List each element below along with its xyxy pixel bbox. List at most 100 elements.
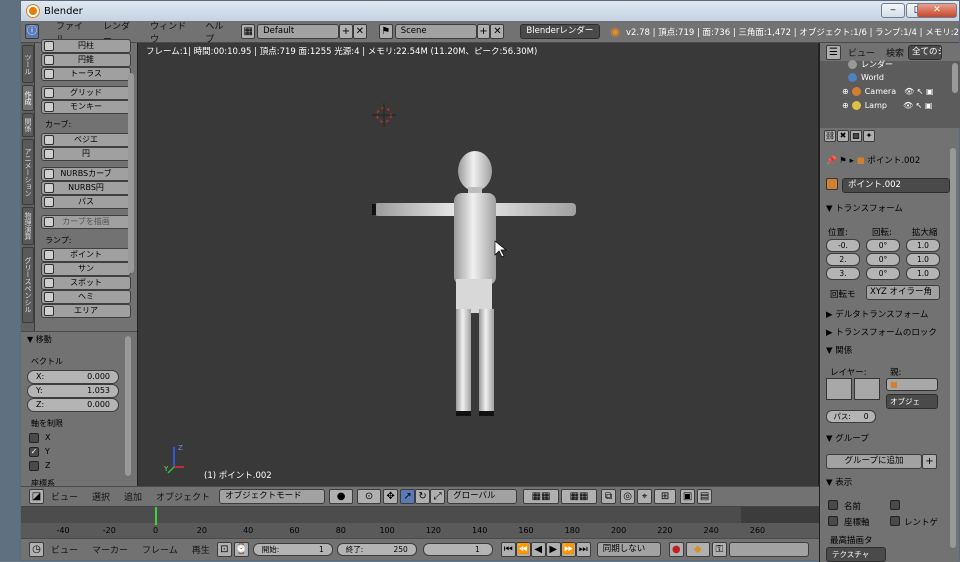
3d-viewport[interactable]: フレーム:1| 時間:00:10.95 | 頂点:719 面:1255 光源:4… [137,43,819,486]
constraint-y-checkbox[interactable]: ✓ [29,447,39,457]
show-name-checkbox[interactable] [828,500,838,510]
outliner-view-menu[interactable]: ビュー [841,46,882,59]
jump-end-icon[interactable]: ⏭ [575,542,591,557]
sync-select[interactable]: 同期しない [596,542,661,557]
pivot-select-icon[interactable]: ⊙ [357,489,382,504]
outliner-scrollbar[interactable] [952,63,958,93]
tool-shelf-scrollbar[interactable] [128,73,134,273]
record-icon[interactable]: ● [668,542,684,557]
tab-animation[interactable]: アニメーション [22,139,34,205]
render-still-icon[interactable]: ▣ [680,489,696,504]
draw-curve-button[interactable]: カーブを描画 [41,215,131,229]
add-sun-lamp-button[interactable]: サン [41,262,131,276]
location-y-field[interactable]: 2. [826,253,860,266]
scene-icon[interactable]: ⚑ [378,24,393,39]
close-button[interactable]: ✕ [917,3,957,18]
timeline-menu-playback[interactable]: 再生 [185,543,217,556]
scene-remove-icon[interactable]: ✕ [490,24,505,39]
modifier-tab-icon[interactable]: ✖ [837,130,849,142]
pass-index-field[interactable]: パス: 0 [826,410,876,423]
outliner-item-lamp[interactable]: ⊕ Lamp 👁 ↖ ▣ [842,101,932,110]
preview-range-icon[interactable]: ⊡ [216,542,232,557]
vector-x-field[interactable]: X: 0.000 [27,370,119,384]
outliner-item-render[interactable]: レンダー [848,59,893,70]
constraint-z-checkbox[interactable] [29,461,39,471]
outliner-item-camera[interactable]: ⊕ Camera 👁 ↖ ▣ [842,87,934,96]
menu-help[interactable]: ヘルプ [198,19,237,45]
view3d-editor-icon[interactable]: ◪ [29,489,44,504]
timeline-editor-icon[interactable]: ◷ [29,542,44,557]
constraint-x-checkbox[interactable] [29,433,39,443]
properties-scrollbar[interactable] [950,148,956,548]
add-spot-lamp-button[interactable]: スポット [41,276,131,290]
view3d-menu-view[interactable]: ビュー [44,490,85,503]
tab-create[interactable]: 作成 [22,85,34,111]
current-frame-field[interactable]: 1 [422,543,493,556]
parent-type-select[interactable]: オブジェ [886,394,938,409]
xray-checkbox[interactable] [890,516,900,526]
render-engine-select[interactable]: Blenderレンダー [520,24,601,39]
layer-grid-2[interactable] [854,378,880,400]
timeline-menu-view[interactable]: ビュー [44,543,85,556]
translate-manipulator-icon[interactable]: ↗ [400,489,416,504]
jump-prev-key-icon[interactable]: ⏪ [515,542,531,557]
outliner-editor-icon[interactable]: ☰ [826,44,841,60]
vector-z-field[interactable]: Z: 0.000 [27,398,119,412]
relations-header[interactable]: ▼ 関係 [826,344,852,356]
outliner-search-menu[interactable]: 検索 [882,46,908,59]
operator-title[interactable]: ▼ 移動 [27,334,52,345]
outliner-item-world[interactable]: World [848,73,884,82]
lock-time-icon[interactable]: ⌚ [233,542,249,557]
rotation-z-field[interactable]: 0° [866,267,900,280]
vector-y-field[interactable]: Y: 1.053 [27,384,119,398]
scale-y-field[interactable]: 1.0 [906,253,940,266]
add-area-lamp-button[interactable]: エリア [41,304,131,318]
scale-manipulator-icon[interactable]: ⤢ [430,489,446,504]
editor-type-icon[interactable]: ⓘ [25,24,39,39]
layers-grid-icon[interactable]: ▦▦ [523,489,560,504]
keying-set-icon[interactable]: ◆ [685,542,710,557]
manipulator-toggle-icon[interactable]: ✥ [383,489,399,504]
view3d-menu-object[interactable]: オブジェクト [149,490,217,503]
layer-grid-1[interactable] [826,378,852,400]
mode-select[interactable]: オブジェクトモード [219,489,326,504]
layout-field[interactable]: Default [257,24,339,39]
layer-lock-icon[interactable]: ⧉ [601,489,617,504]
end-frame-field[interactable]: 終了: 250 [336,543,417,556]
groups-header[interactable]: ▼ グループ [826,432,869,444]
layers-grid-2-icon[interactable]: ▦▦ [561,489,598,504]
location-z-field[interactable]: 3. [826,267,860,280]
add-grid-button[interactable]: グリッド [41,86,131,100]
add-nurbs-circle-button[interactable]: NURBS円 [41,181,131,195]
timeline[interactable]: -40 -20 0 20 40 60 80 100 120 140 160 180 200 220 240 2… [21,506,819,538]
transform-lock-header[interactable]: ▶ トランスフォームのロック [826,326,937,338]
tab-tools[interactable]: ツール [22,45,34,83]
minimize-button[interactable]: ‒ [881,3,905,18]
keyframe-insert-icon[interactable]: ⚿ [711,542,727,557]
add-nurbs-curve-button[interactable]: NURBSカーブ [41,167,131,181]
scale-z-field[interactable]: 1.0 [906,267,940,280]
draw-type-select[interactable]: テクスチャ [826,547,886,562]
add-monkey-button[interactable]: モンキー [41,100,131,114]
timeline-menu-marker[interactable]: マーカー [85,543,135,556]
render-anim-icon[interactable]: ▤ [697,489,713,504]
scene-field[interactable]: Scene [394,24,477,39]
physics-tab-icon[interactable]: ✦ [863,130,875,142]
add-cylinder-button[interactable]: 円柱 [41,39,131,53]
display-header[interactable]: ▼ 表示 [826,476,852,488]
scale-x-field[interactable]: 1.0 [906,239,940,252]
view3d-menu-select[interactable]: 選択 [85,490,117,503]
proportional-edit-icon[interactable]: ◎ [620,489,636,504]
tab-grease-pencil[interactable]: グリースペンシル [22,247,34,323]
snap-toggle-icon[interactable]: ⌖ [637,489,653,504]
snap-element-icon[interactable]: ⊞ [654,489,677,504]
constraint-tab-icon[interactable]: ⛓ [824,130,836,142]
scene-add-icon[interactable]: + [476,24,491,39]
add-to-group-button[interactable]: グループに追加 [826,454,922,469]
rotation-y-field[interactable]: 0° [866,253,900,266]
rotation-x-field[interactable]: 0° [866,239,900,252]
timeline-menu-frame[interactable]: フレーム [135,543,185,556]
show-axes-checkbox[interactable] [828,516,838,526]
play-reverse-icon[interactable]: ◀ [530,542,546,557]
add-hemi-lamp-button[interactable]: ヘミ [41,290,131,304]
